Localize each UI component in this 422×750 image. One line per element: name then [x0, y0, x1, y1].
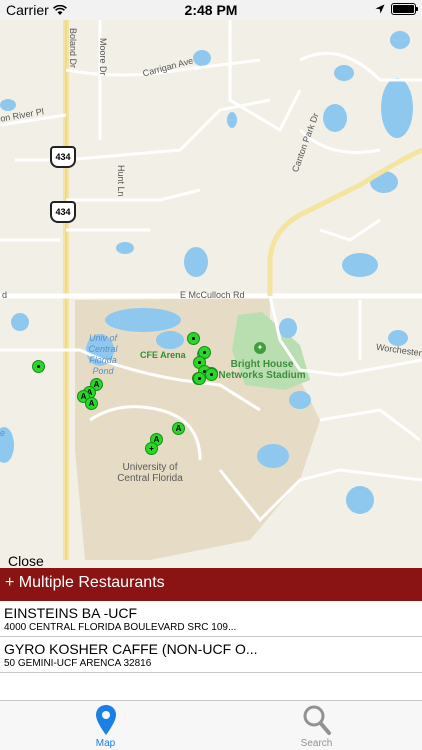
close-button[interactable]: Close [8, 553, 44, 568]
list-item[interactable]: EINSTEINS BA -UCF 4000 CENTRAL FLORIDA B… [0, 601, 422, 637]
road-label-mcculloch: E McCulloch Rd [180, 290, 245, 300]
place-label-pond: Univ of Central Florida Pond [88, 333, 118, 376]
battery-icon [391, 3, 418, 15]
status-time: 2:48 PM [184, 2, 238, 18]
map-view[interactable]: Boland Dr Moore Dr Carrigan Ave on River… [0, 0, 422, 568]
tab-bar: Map Search [0, 700, 422, 750]
restaurant-pin[interactable] [32, 360, 45, 373]
restaurant-list: EINSTEINS BA -UCF 4000 CENTRAL FLORIDA B… [0, 601, 422, 673]
map-pin-icon [95, 705, 116, 735]
road-label-boland: Boland Dr [68, 28, 78, 69]
restaurant-pin[interactable] [187, 332, 200, 345]
map-canvas [0, 0, 422, 560]
restaurant-pin[interactable] [193, 372, 206, 385]
restaurant-pin[interactable]: + [145, 442, 158, 455]
tab-label: Search [300, 738, 333, 749]
place-label-arena: CFE Arena [140, 350, 186, 360]
multiple-restaurants-header[interactable]: + Multiple Restaurants [0, 568, 422, 601]
restaurant-pin[interactable]: A [172, 422, 185, 435]
restaurant-pin[interactable]: A [85, 397, 98, 410]
place-label-lake-fragment: e [0, 428, 6, 438]
list-item[interactable]: GYRO KOSHER CAFFE (NON-UCF O... 50 GEMIN… [0, 637, 422, 673]
tab-search[interactable]: Search [211, 701, 422, 750]
restaurant-address: 50 GEMINI-UCF ARENCA 32816 [4, 658, 152, 669]
place-label-stadium: Bright House Networks Stadium [218, 359, 306, 381]
restaurant-pin[interactable] [205, 368, 218, 381]
status-bar: Carrier 2:48 PM [0, 0, 422, 20]
road-label-hunt: Hunt Ln [116, 165, 126, 197]
road-label-mcculloch-left: d [2, 290, 8, 300]
highway-shield-434: 434 [50, 201, 76, 223]
tab-label: Map [95, 738, 116, 749]
place-label-university: University of Central Florida [117, 462, 183, 484]
status-right [375, 3, 418, 15]
restaurant-name: EINSTEINS BA -UCF [4, 605, 138, 621]
magnifier-icon [303, 705, 331, 735]
restaurant-address: 4000 CENTRAL FLORIDA BOULEVARD SRC 109..… [4, 622, 237, 633]
location-arrow-icon [375, 4, 385, 14]
road-label-moore: Moore Dr [98, 38, 108, 76]
stadium-icon: ✦ [254, 342, 266, 354]
highway-shield-434: 434 [50, 146, 76, 168]
restaurant-name: GYRO KOSHER CAFFE (NON-UCF O... [4, 641, 258, 657]
tab-map[interactable]: Map [0, 701, 211, 750]
